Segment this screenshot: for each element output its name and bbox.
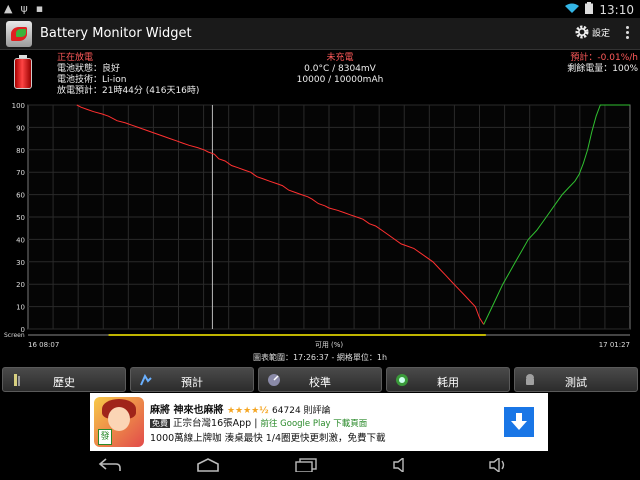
battery-status-icon <box>585 2 594 17</box>
y-tick-label: 40 <box>16 236 25 244</box>
y-tick-label: 70 <box>16 169 25 177</box>
y-tick-label: 20 <box>16 281 25 289</box>
gear-icon <box>575 25 589 39</box>
status-time: 13:10 <box>599 2 634 17</box>
settings-label: 設定 <box>591 28 610 39</box>
tab-test-label: 測試 <box>565 376 587 389</box>
discharge-estimate: 放電預計：21時44分 (416天16時) <box>57 86 200 96</box>
x-mid-label: 可用 (%) <box>315 341 344 349</box>
ad-google-play-link[interactable]: 前往 Google Play 下載頁面 <box>260 419 367 429</box>
ad-subtitle: 正宗台灣16張App <box>173 418 252 429</box>
chart-range-text: 圖表範圍：17:26:37 - 網格單位：1h <box>252 353 388 362</box>
tab-usage-label: 耗用 <box>437 376 459 389</box>
tab-bar: 歷史 預計 校準 耗用 測試 <box>0 365 640 393</box>
tab-history[interactable]: 歷史 <box>2 367 126 392</box>
overflow-menu-button[interactable] <box>626 26 630 42</box>
forecast-rate: 預計：-0.01%/h <box>570 53 638 63</box>
y-tick-label: 50 <box>16 214 25 222</box>
app-icon <box>6 21 32 47</box>
temperature-voltage: 0.0°C / 8304mV <box>304 64 376 74</box>
y-tick-label: 80 <box>16 147 25 155</box>
battery-icon <box>14 55 32 89</box>
volume-down-icon[interactable] <box>392 458 412 472</box>
battery-health: 電池狀態：良好 <box>57 64 121 74</box>
battery-technology: 電池技術：Li-ion <box>57 75 127 85</box>
remaining-charge: 剩餘電量：100% <box>567 64 638 74</box>
volume-up-icon[interactable] <box>488 458 508 472</box>
download-icon <box>511 413 527 430</box>
recent-apps-icon[interactable] <box>294 458 318 472</box>
ad-free-badge: 免費 <box>150 419 170 428</box>
status-bar: ▲ ψ ▪ 13:10 <box>0 0 640 18</box>
settings-button[interactable]: 設定 <box>574 24 610 40</box>
wifi-icon <box>565 3 580 17</box>
usb-icon: ψ <box>20 2 28 15</box>
navigation-bar <box>0 452 640 480</box>
y-tick-label: 10 <box>16 304 25 312</box>
y-tick-label: 30 <box>16 259 25 267</box>
tab-calibration-label: 校準 <box>309 376 331 389</box>
tab-history-label: 歷史 <box>53 376 75 389</box>
charge-status: 未充電 <box>326 53 354 63</box>
app-title: Battery Monitor Widget <box>40 26 192 41</box>
notification-icon: ▪ <box>35 2 44 15</box>
ad-download-button[interactable] <box>504 407 534 437</box>
ad-image: 發 <box>94 397 144 447</box>
tab-test[interactable]: 測試 <box>514 367 638 392</box>
ad-subtitle-line: 免費 正宗台灣16張App | 前往 Google Play 下載頁面 <box>150 418 368 429</box>
battery-chart[interactable]: 100 90 80 70 60 50 40 30 20 10 0 Screen 16 08:07 可用 (… <box>0 99 640 351</box>
y-tick-label: 60 <box>16 192 25 200</box>
screen-label: Screen <box>4 332 25 339</box>
tab-usage[interactable]: 耗用 <box>386 367 510 392</box>
x-start-label: 16 08:07 <box>28 341 59 349</box>
y-tick-label: 100 <box>12 102 25 110</box>
ad-banner[interactable]: 發 麻將 神來也麻將 ★★★★½ 64724 則評論 免費 正宗台灣16張App… <box>90 393 548 451</box>
y-tick-label: 90 <box>16 124 25 132</box>
tab-forecast[interactable]: 預計 <box>130 367 254 392</box>
battery-info-panel: 正在放電 電池狀態：良好 電池技術：Li-ion 放電預計：21時44分 (41… <box>0 51 640 99</box>
tab-forecast-label: 預計 <box>181 376 203 389</box>
back-icon[interactable] <box>98 458 122 472</box>
battery-chart-svg: 1009080706050403020100Screen16 08:07 可用 (… <box>4 102 631 349</box>
warning-icon: ▲ <box>4 2 13 15</box>
tab-calibration[interactable]: 校準 <box>258 367 382 392</box>
ad-description: 1000萬線上牌咖 湊桌最快 1/4圈更快更刺激，免費下載 <box>150 433 386 444</box>
battery-capacity: 10000 / 10000mAh <box>296 75 384 85</box>
discharge-status: 正在放電 <box>57 53 94 63</box>
action-bar: Battery Monitor Widget 設定 <box>0 18 640 50</box>
home-icon[interactable] <box>196 458 220 472</box>
x-end-label: 17 01:27 <box>599 341 630 349</box>
ad-title-line: 麻將 神來也麻將 ★★★★½ 64724 則評論 <box>150 401 331 416</box>
